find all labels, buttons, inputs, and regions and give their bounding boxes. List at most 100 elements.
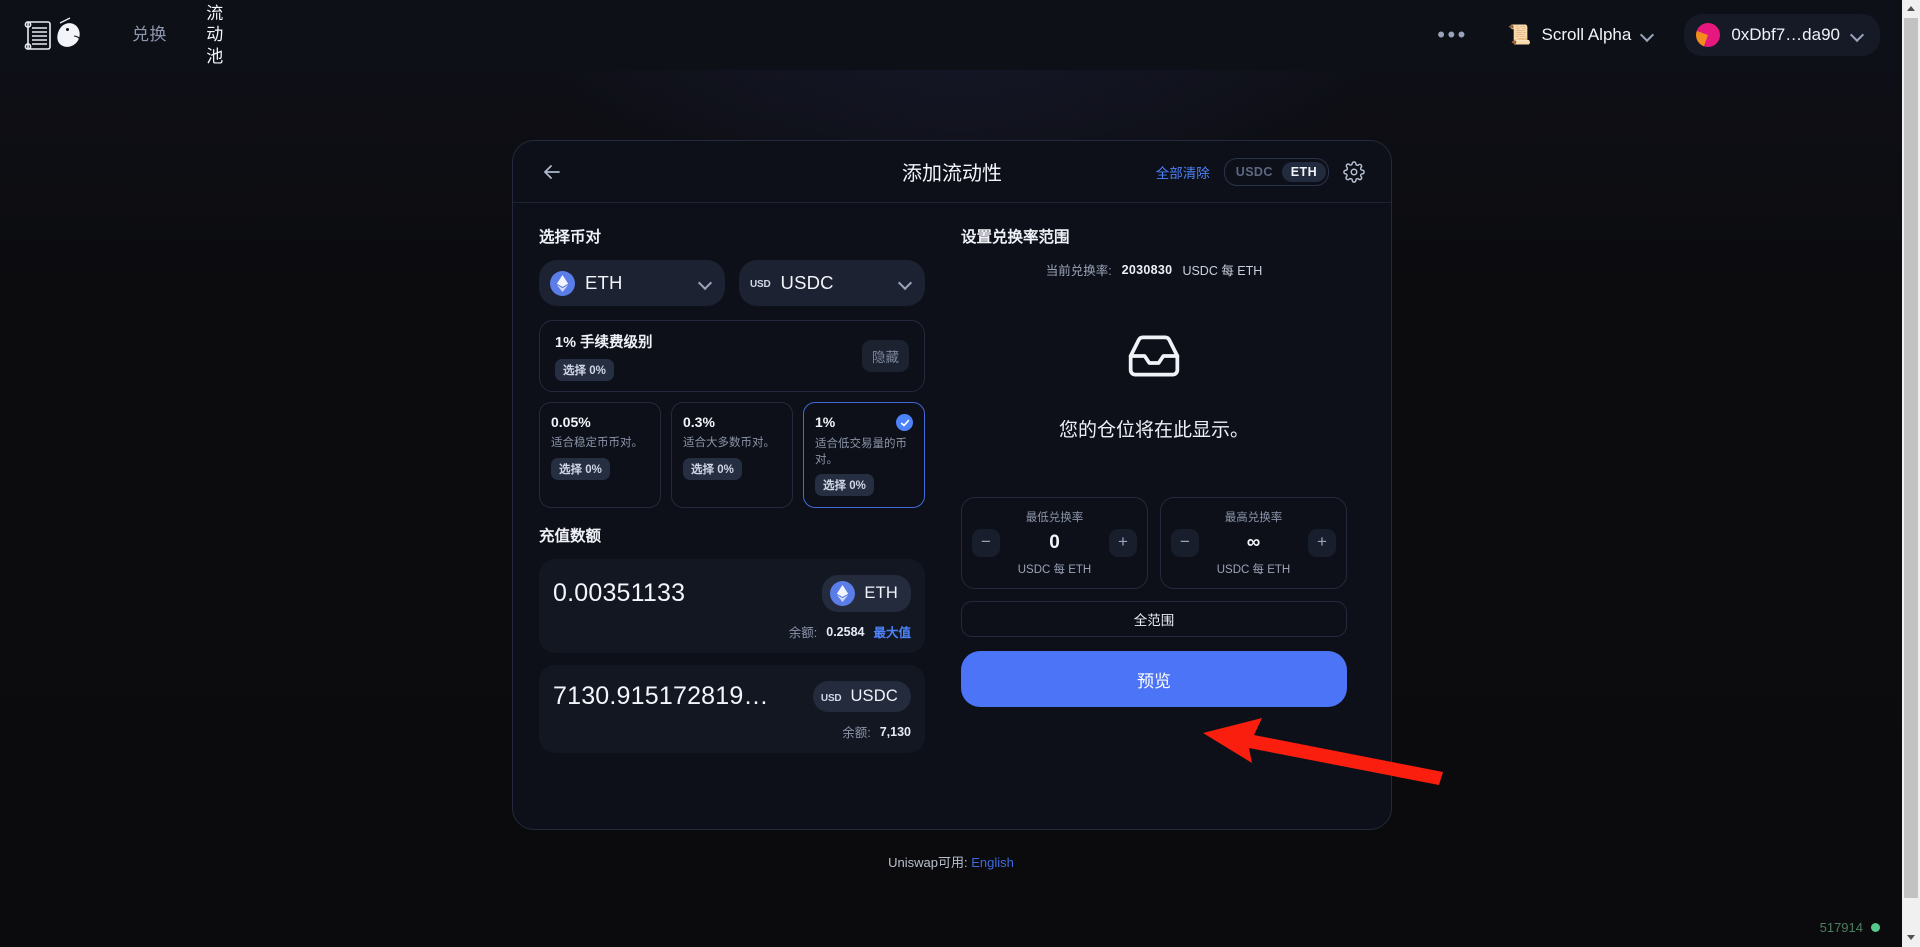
right-column: 设置兑换率范围 当前兑换率: 2030830 USDC 每 ETH 您的仓位将在… — [961, 225, 1347, 765]
navbar-left: 兑换 流动 池 — [18, 0, 245, 73]
inbox-icon — [1126, 328, 1182, 389]
scroll-up-arrow-icon[interactable] — [1902, 0, 1920, 18]
chain-selector-button[interactable]: 📜 Scroll Alpha — [1494, 16, 1668, 54]
status-badge[interactable]: 517914 — [1820, 920, 1880, 935]
fee-tier-banner: 1% 手续费级别 选择 0% 隐藏 — [539, 320, 925, 392]
fee-option-percent: 1% — [815, 414, 836, 430]
uniswap-unicorn-logo[interactable] — [18, 13, 92, 57]
token-symbol: USDC — [780, 272, 834, 293]
preview-button[interactable]: 预览 — [961, 651, 1347, 707]
current-rate-value: 2030830 — [1121, 262, 1173, 277]
min-price-controls: − 0 + — [972, 529, 1137, 557]
select-pair-title: 选择币对 — [539, 229, 602, 246]
nav-links: 兑换 流动 池 — [114, 0, 245, 73]
max-price-decrement-button[interactable]: − — [1171, 529, 1199, 557]
card-header: 添加流动性 全部清除 USDC ETH — [513, 141, 1391, 203]
nav-link-pool[interactable]: 流动 池 — [185, 0, 245, 73]
min-price-stepper: 最低兑换率 − 0 + USDC 每 ETH — [961, 497, 1148, 589]
chevron-down-icon — [699, 277, 712, 290]
toggle-option-usdc[interactable]: USDC — [1227, 162, 1282, 182]
deposit-token-usdc[interactable]: USD USDC — [812, 681, 911, 713]
eth-token-icon — [550, 270, 575, 296]
eth-token-icon — [830, 581, 856, 607]
top-navbar: 兑换 流动 池 ••• 📜 Scroll Alpha 0xDbf7…da90 — [0, 0, 1902, 70]
current-rate-unit: USDC 每 ETH — [1182, 264, 1263, 278]
fee-tier-select-pill: 选择 0% — [555, 359, 614, 381]
check-icon — [896, 414, 913, 431]
usdc-token-icon: USD — [820, 692, 842, 704]
balance-value: 0.2584 — [826, 624, 865, 639]
token-symbol: ETH — [585, 272, 623, 293]
deposit-token-eth[interactable]: ETH — [822, 575, 911, 613]
max-price-stepper: 最高兑换率 − ∞ + USDC 每 ETH — [1160, 497, 1347, 589]
scrollbar-thumb[interactable] — [1904, 18, 1918, 898]
chain-label: Scroll Alpha — [1541, 25, 1632, 44]
nav-link-swap[interactable]: 兑换 — [114, 18, 185, 51]
scroll-down-arrow-icon[interactable] — [1902, 929, 1920, 947]
card-header-actions: 全部清除 USDC ETH — [1156, 157, 1365, 186]
chevron-down-icon — [1641, 29, 1654, 42]
deposit-title: 充值数额 — [539, 528, 602, 546]
left-column: 选择币对 ETH USD USDC 1% 手续费级别 选择 0% 隐藏 0.05… — [539, 225, 925, 765]
deposit-balance-usdc: 余额: 7,130 — [553, 722, 911, 741]
deposit-amount-input-usdc[interactable]: 7130.915172819… — [553, 682, 813, 711]
max-price-increment-button[interactable]: + — [1307, 529, 1336, 557]
page-scrollbar[interactable] — [1902, 0, 1920, 947]
deposit-row: 0.00351133 ETH — [553, 575, 911, 613]
min-price-decrement-button[interactable]: − — [972, 529, 1000, 557]
fee-option-pill: 选择 0% — [683, 457, 742, 480]
account-address: 0xDbf7…da90 — [1731, 25, 1840, 44]
scroll-icon: 📜 — [1507, 24, 1532, 46]
footer-language-link[interactable]: English — [971, 855, 1014, 870]
full-range-button[interactable]: 全范围 — [961, 601, 1347, 637]
max-price-unit: USDC 每 ETH — [1216, 564, 1291, 576]
max-price-controls: − ∞ + — [1171, 529, 1336, 557]
chevron-down-icon — [899, 277, 912, 290]
deposit-row: 7130.915172819… USD USDC — [553, 681, 911, 713]
usdc-token-icon: USD — [750, 279, 771, 290]
fee-option-percent: 0.3% — [683, 414, 715, 430]
token-selector-eth[interactable]: ETH — [539, 260, 725, 306]
card-body: 选择币对 ETH USD USDC 1% 手续费级别 选择 0% 隐藏 0.05… — [513, 203, 1391, 765]
fee-option-1[interactable]: 1% 适合低交易量的币对。 选择 0% — [803, 402, 925, 509]
app-root: 兑换 流动 池 ••• 📜 Scroll Alpha 0xDbf7…da90 添… — [0, 0, 1920, 947]
min-price-increment-button[interactable]: + — [1108, 529, 1137, 557]
navbar-right: ••• 📜 Scroll Alpha 0xDbf7…da90 — [1427, 14, 1880, 56]
price-range-inputs: 最低兑换率 − 0 + USDC 每 ETH 最高兑换率 − ∞ + USDC … — [961, 497, 1347, 589]
fee-option-description: 适合低交易量的币对。 — [815, 438, 907, 466]
balance-label: 余额: — [788, 626, 818, 641]
wallet-avatar — [1696, 23, 1721, 47]
deposit-box-eth: 0.00351133 ETH 余额: 0.2584 最大值 — [539, 559, 925, 654]
gear-icon[interactable] — [1343, 160, 1365, 183]
ellipsis-icon[interactable]: ••• — [1427, 20, 1478, 50]
current-rate-label: 当前兑换率: — [1045, 264, 1112, 278]
fee-option-005[interactable]: 0.05% 适合稳定币币对。 选择 0% — [539, 402, 661, 509]
footer: Uniswap可用: English — [0, 852, 1902, 871]
min-price-unit: USDC 每 ETH — [1017, 564, 1092, 576]
block-number: 517914 — [1819, 920, 1863, 935]
toggle-option-eth[interactable]: ETH — [1281, 161, 1326, 182]
balance-value: 7,130 — [879, 724, 911, 739]
fee-tier-options: 0.05% 适合稳定币币对。 选择 0% 0.3% 适合大多数币对。 选择 0% — [539, 402, 925, 509]
token-selector-usdc[interactable]: USD USDC — [739, 260, 925, 306]
hide-fee-tiers-button[interactable]: 隐藏 — [862, 340, 909, 372]
deposit-amount-input-eth[interactable]: 0.00351133 — [553, 579, 822, 608]
placeholder-text: 您的仓位将在此显示。 — [1058, 420, 1249, 441]
account-button[interactable]: 0xDbf7…da90 — [1684, 14, 1880, 56]
price-range-title: 设置兑换率范围 — [961, 229, 1070, 246]
add-liquidity-card: 添加流动性 全部清除 USDC ETH 选择币对 ETH USD USDC 1%… — [512, 140, 1392, 830]
deposit-token-symbol: ETH — [864, 584, 898, 603]
max-price-value[interactable]: ∞ — [1247, 532, 1261, 554]
fee-option-description: 适合稳定币币对。 — [551, 437, 643, 449]
fee-tier-banner-info: 1% 手续费级别 选择 0% — [555, 331, 653, 381]
max-button[interactable]: 最大值 — [873, 622, 911, 641]
clear-all-button[interactable]: 全部清除 — [1156, 162, 1210, 182]
footer-prefix: Uniswap可用: — [888, 855, 968, 870]
min-price-value[interactable]: 0 — [1049, 532, 1060, 554]
fee-option-pill: 选择 0% — [815, 474, 874, 497]
status-dot-icon — [1871, 923, 1880, 932]
back-arrow-icon[interactable] — [539, 159, 565, 185]
min-price-label: 最低兑换率 — [1025, 512, 1084, 524]
fee-option-03[interactable]: 0.3% 适合大多数币对。 选择 0% — [671, 402, 793, 509]
fee-option-percent: 0.05% — [551, 414, 591, 430]
